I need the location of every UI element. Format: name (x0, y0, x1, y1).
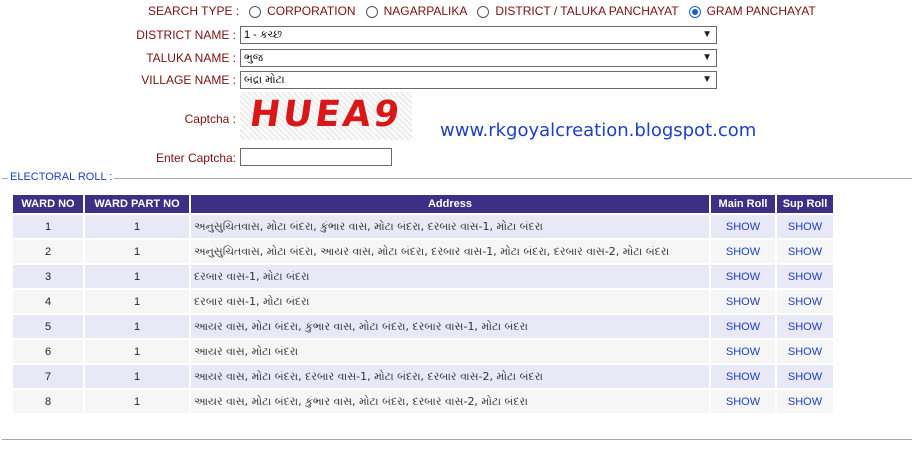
chevron-down-icon: ▼ (702, 52, 712, 63)
chevron-down-icon: ▼ (702, 29, 712, 40)
ward-no: 5 (13, 315, 83, 338)
sup-roll-show-link[interactable]: SHOW (777, 390, 833, 413)
electoral-roll-legend: ELECTORAL ROLL : (8, 171, 115, 183)
table-row: 5 1 આયર વાસ, મોટા બંદરા, કુંભાર વાસ, મોટ… (13, 315, 833, 338)
ward-part-no: 1 (85, 340, 189, 363)
sup-roll-show-link[interactable]: SHOW (777, 215, 833, 238)
ward-no: 6 (13, 340, 83, 363)
search-type-label: SEARCH TYPE : (148, 4, 240, 18)
ward-no: 4 (13, 290, 83, 313)
table-row: 3 1 દરબાર વાસ-1, મોટા બંદરા SHOW SHOW (13, 265, 833, 288)
ward-part-no: 1 (85, 390, 189, 413)
village-value: બંદ્રા મોટા (244, 74, 285, 86)
main-roll-show-link[interactable]: SHOW (711, 215, 775, 238)
radio-corporation-label[interactable]: CORPORATION (267, 4, 355, 18)
table-row: 1 1 અનુસુચિતવાસ, મોટા બંદરા, કુંભાર વાસ,… (13, 215, 833, 238)
ward-no: 3 (13, 265, 83, 288)
chevron-down-icon: ▼ (702, 74, 712, 85)
table-row: 8 1 આયર વાસ, મોટા બંદરા, કુંભાર વાસ, મોટ… (13, 390, 833, 413)
header-sup-roll: Sup Roll (777, 195, 833, 213)
captcha-text: HUEA9 (247, 94, 405, 135)
village-label: VILLAGE NAME : (141, 73, 236, 87)
captcha-input[interactable] (240, 148, 392, 166)
ward-part-no: 1 (85, 365, 189, 388)
ward-part-no: 1 (85, 240, 189, 263)
taluka-select[interactable]: ભુજ ▼ (240, 49, 717, 67)
ward-no: 7 (13, 365, 83, 388)
sup-roll-show-link[interactable]: SHOW (777, 290, 833, 313)
radio-gram-panchayat-label[interactable]: GRAM PANCHAYAT (707, 4, 816, 18)
table-row: 2 1 અનુસુચિતવાસ, મોટા બંદરા, આયર વાસ, મો… (13, 240, 833, 263)
address: દરબાર વાસ-1, મોટા બંદરા (191, 290, 709, 313)
enter-captcha-label: Enter Captcha: (155, 151, 236, 165)
sup-roll-show-link[interactable]: SHOW (777, 365, 833, 388)
ward-no: 1 (13, 215, 83, 238)
district-select[interactable]: 1 - કચ્છ ▼ (240, 26, 717, 44)
district-label: DISTRICT NAME : (136, 28, 236, 42)
address: આયર વાસ, મોટા બંદરા, કુંભાર વાસ, મોટા બં… (191, 315, 709, 338)
village-select[interactable]: બંદ્રા મોટા ▼ (240, 71, 717, 89)
radio-nagarpalika[interactable] (365, 6, 378, 18)
main-roll-show-link[interactable]: SHOW (711, 290, 775, 313)
table-row: 4 1 દરબાર વાસ-1, મોટા બંદરા SHOW SHOW (13, 290, 833, 313)
captcha-label: Captcha : (184, 112, 236, 126)
ward-no: 8 (13, 390, 83, 413)
address: આયર વાસ, મોટા બંદરા (191, 340, 709, 363)
electoral-roll-table: WARD NO WARD PART NO Address Main Roll S… (11, 193, 835, 415)
main-roll-show-link[interactable]: SHOW (711, 365, 775, 388)
table-row: 7 1 આયર વાસ, મોટા બંદરા, દરબાર વાસ-1, મો… (13, 365, 833, 388)
search-type-group: SEARCH TYPE : CORPORATION NAGARPALIKA DI… (148, 4, 816, 18)
address: આયર વાસ, મોટા બંદરા, કુંભાર વાસ, મોટા બં… (191, 390, 709, 413)
sup-roll-show-link[interactable]: SHOW (777, 265, 833, 288)
radio-district-taluka-label[interactable]: DISTRICT / TALUKA PANCHAYAT (495, 4, 678, 18)
sup-roll-show-link[interactable]: SHOW (777, 315, 833, 338)
radio-district-taluka[interactable] (477, 6, 490, 18)
header-ward-no: WARD NO (13, 195, 83, 213)
captcha-image: HUEA9 (240, 92, 412, 140)
main-roll-show-link[interactable]: SHOW (711, 240, 775, 263)
address: આયર વાસ, મોટા બંદરા, દરબાર વાસ-1, મોટા બ… (191, 365, 709, 388)
address: દરબાર વાસ-1, મોટા બંદરા (191, 265, 709, 288)
header-ward-part-no: WARD PART NO (85, 195, 189, 213)
ward-part-no: 1 (85, 290, 189, 313)
taluka-label: TALUKA NAME : (146, 51, 236, 65)
ward-part-no: 1 (85, 315, 189, 338)
watermark-text: www.rkgoyalcreation.blogspot.com (440, 120, 757, 141)
address: અનુસુચિતવાસ, મોટા બંદરા, આયર વાસ, મોટા બ… (191, 240, 709, 263)
address: અનુસુચિતવાસ, મોટા બંદરા, કુંભાર વાસ, મોટ… (191, 215, 709, 238)
taluka-value: ભુજ (244, 52, 264, 64)
main-roll-show-link[interactable]: SHOW (711, 390, 775, 413)
table-row: 6 1 આયર વાસ, મોટા બંદરા SHOW SHOW (13, 340, 833, 363)
ward-part-no: 1 (85, 265, 189, 288)
radio-nagarpalika-label[interactable]: NAGARPALIKA (384, 4, 468, 18)
main-roll-show-link[interactable]: SHOW (711, 265, 775, 288)
ward-no: 2 (13, 240, 83, 263)
ward-part-no: 1 (85, 215, 189, 238)
district-value: 1 - કચ્છ (244, 29, 283, 41)
header-address: Address (191, 195, 709, 213)
header-main-roll: Main Roll (711, 195, 775, 213)
sup-roll-show-link[interactable]: SHOW (777, 240, 833, 263)
sup-roll-show-link[interactable]: SHOW (777, 340, 833, 363)
main-roll-show-link[interactable]: SHOW (711, 340, 775, 363)
radio-corporation[interactable] (249, 6, 262, 18)
radio-gram-panchayat[interactable] (688, 6, 701, 18)
main-roll-show-link[interactable]: SHOW (711, 315, 775, 338)
